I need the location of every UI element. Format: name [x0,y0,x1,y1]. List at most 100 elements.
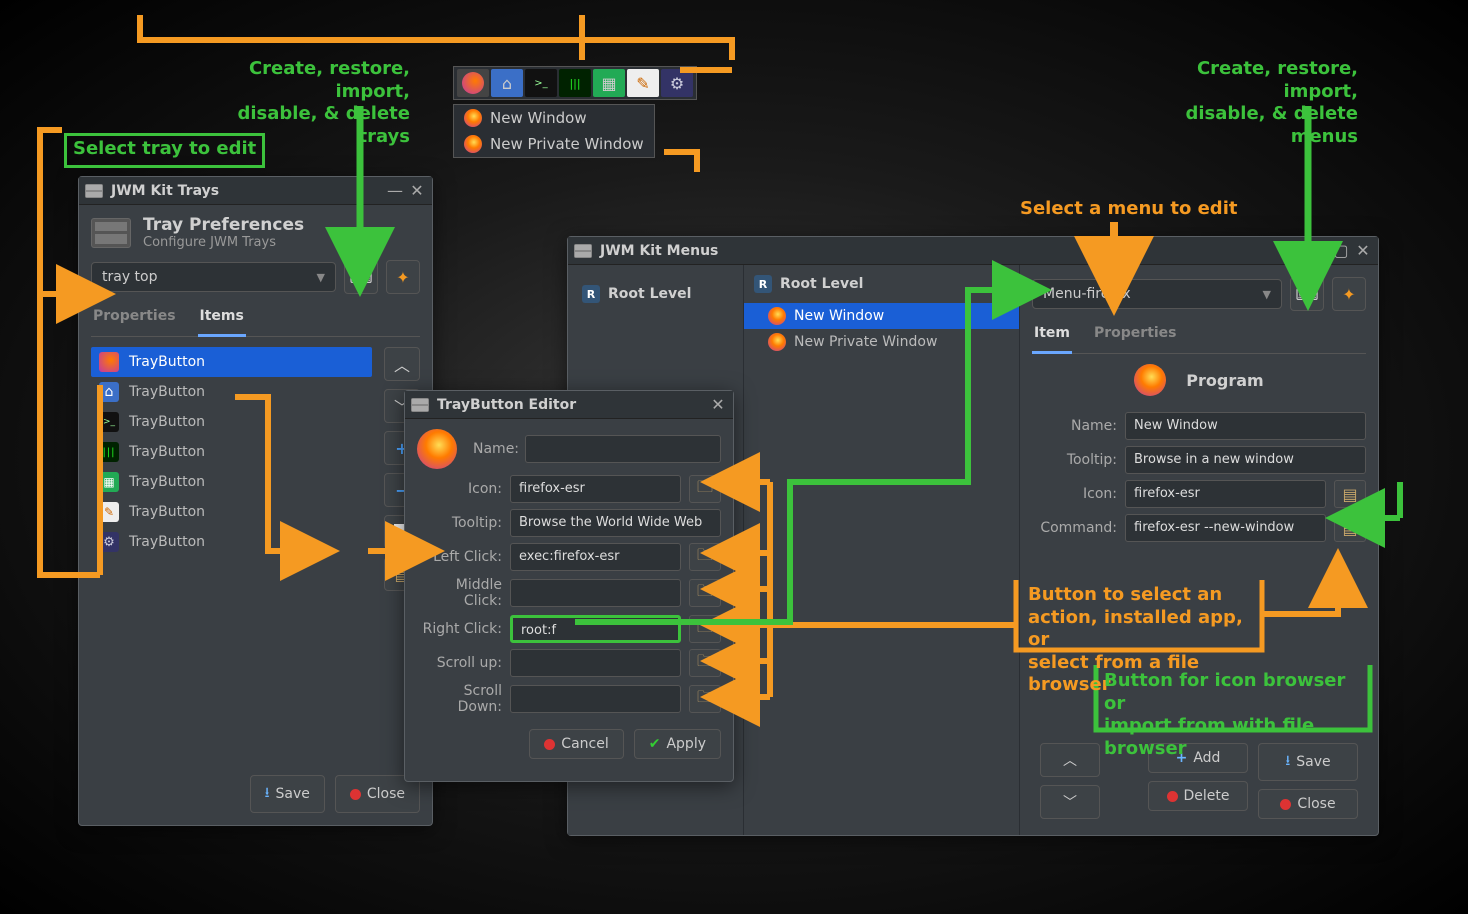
middleclick-field[interactable] [510,579,681,607]
save-button[interactable]: ⭳Save [250,775,325,813]
maximize-button[interactable]: ▢ [1332,241,1350,260]
rightclick-picker-button[interactable]: 🗀 [689,615,721,643]
minimize-button[interactable]: — [386,181,404,200]
tray-icon-firefox[interactable] [457,69,489,97]
pref-subtitle: Configure JWM Trays [143,235,304,250]
name-label: Name: [1032,418,1117,434]
label: Root Level [780,276,863,292]
tooltip-label: Tooltip: [1032,452,1117,468]
window-trays: JWM Kit Trays — ✕ Tray Preferences Confi… [78,176,433,826]
command-label: Command: [1032,520,1117,536]
menu-actions-button[interactable] [1332,277,1366,311]
annot-create-menus: Create, restore, import,disable, & delet… [1148,58,1358,148]
move-down-button[interactable]: ﹀ [1040,785,1100,819]
move-up-button[interactable]: ︿ [384,347,420,381]
icon-field[interactable]: firefox-esr [1125,480,1326,508]
icon-picker-button[interactable]: 🗀 [689,475,721,503]
middleclick-picker-button[interactable]: 🗀 [689,579,721,607]
command-field[interactable]: firefox-esr --new-window [1125,514,1326,542]
tab-items[interactable]: Items [198,302,246,337]
middleclick-label: Middle Click: [417,577,502,609]
tooltip-field[interactable]: Browse the World Wide Web [510,509,721,537]
keyboard-button[interactable] [344,260,378,294]
tray-menu-new-private-window[interactable]: New Private Window [454,131,654,157]
firefox-icon [768,333,786,351]
tray-menu-new-window[interactable]: New Window [454,105,654,131]
window-title: JWM Kit Trays [111,183,382,199]
delete-button[interactable]: Delete [1148,781,1248,811]
tray-icon-terminal[interactable]: >_ [525,69,557,97]
rightclick-field[interactable]: root:f [510,615,681,643]
scrollup-field[interactable] [510,649,681,677]
pref-header: Tray Preferences Configure JWM Trays [91,215,420,250]
scrollup-picker-button[interactable]: 🗀 [689,649,721,677]
firefox-icon [99,352,119,372]
label: Apply [666,736,706,752]
command-picker-button[interactable]: ▤ [1334,514,1366,542]
tray-icon-calendar[interactable]: ▦ [593,69,625,97]
close-icon [1280,799,1291,810]
firefox-icon [768,307,786,325]
list-item[interactable]: TrayButton [91,497,372,527]
leftclick-picker-button[interactable]: 🗀 [689,543,721,571]
tab-item[interactable]: Item [1032,319,1072,354]
name-field[interactable]: New Window [1125,412,1366,440]
rightclick-label: Right Click: [417,621,502,637]
tree-item-new-window[interactable]: New Window [744,303,1019,329]
close-button[interactable]: ✕ [408,181,426,200]
leftclick-field[interactable]: exec:firefox-esr [510,543,681,571]
home-icon [99,382,119,402]
tray-icon-settings[interactable]: ⚙ [661,69,693,97]
icon-picker-button[interactable]: ▤ [1334,480,1366,508]
annot-select-tray: Select tray to edit [64,133,265,168]
list-item[interactable]: TrayButton [91,377,372,407]
icon-field[interactable]: firefox-esr [510,475,681,503]
notes-icon [99,502,119,522]
close-icon [350,789,361,800]
titlebar: JWM Kit Menus — ▢ ✕ [568,237,1378,265]
chevron-down-icon: ▼ [1263,288,1271,301]
root-level-left[interactable]: RRoot Level [574,281,737,307]
close-button[interactable]: ✕ [709,395,727,414]
cancel-button[interactable]: Cancel [529,729,623,759]
tree-item-new-private-window[interactable]: New Private Window [744,329,1019,355]
chevron-down-icon: ▼ [317,271,325,284]
list-item[interactable]: TrayButton [91,467,372,497]
name-field[interactable] [525,435,721,463]
list-item[interactable]: TrayButton [91,437,372,467]
root-level[interactable]: RRoot Level [744,265,1019,303]
scrolldown-field[interactable] [510,685,681,713]
minimize-button[interactable]: — [1310,241,1328,260]
cancel-icon [544,739,555,750]
label: Delete [1184,788,1230,804]
scrolldown-picker-button[interactable]: 🗀 [689,685,721,713]
terminal-icon [99,412,119,432]
close-button[interactable]: ✕ [1354,241,1372,260]
label: New Private Window [794,334,937,350]
move-up-button[interactable]: ︿ [1040,743,1100,777]
apply-button[interactable]: ✔ Apply [634,729,721,759]
list-item[interactable]: TrayButton [91,527,372,557]
tooltip-field[interactable]: Browse in a new window [1125,446,1366,474]
titlebar: TrayButton Editor ✕ [405,391,733,419]
scrollup-label: Scroll up: [417,655,502,671]
tray-actions-button[interactable] [386,260,420,294]
tray-icon-notes[interactable]: ✎ [627,69,659,97]
menu-selector[interactable]: Menu-firefox▼ [1032,279,1282,309]
tray-icon-monitor[interactable]: ||| [559,69,591,97]
tab-properties[interactable]: Properties [1092,319,1179,353]
window-title: JWM Kit Menus [600,243,1306,259]
program-title: Program [1186,371,1263,390]
tray-selector[interactable]: tray top▼ [91,262,336,292]
label: TrayButton [129,474,205,490]
tab-properties[interactable]: Properties [91,302,178,336]
list-item[interactable]: TrayButton [91,407,372,437]
close-button[interactable]: Close [1258,789,1358,819]
list-item[interactable]: TrayButton [91,347,372,377]
apply-icon: ✔ [649,736,661,752]
label: Close [367,786,405,802]
keyboard-button[interactable] [1290,277,1324,311]
tabs: Item Properties [1032,319,1366,354]
tray-icon-home[interactable]: ⌂ [491,69,523,97]
icon-label: Icon: [1032,486,1117,502]
